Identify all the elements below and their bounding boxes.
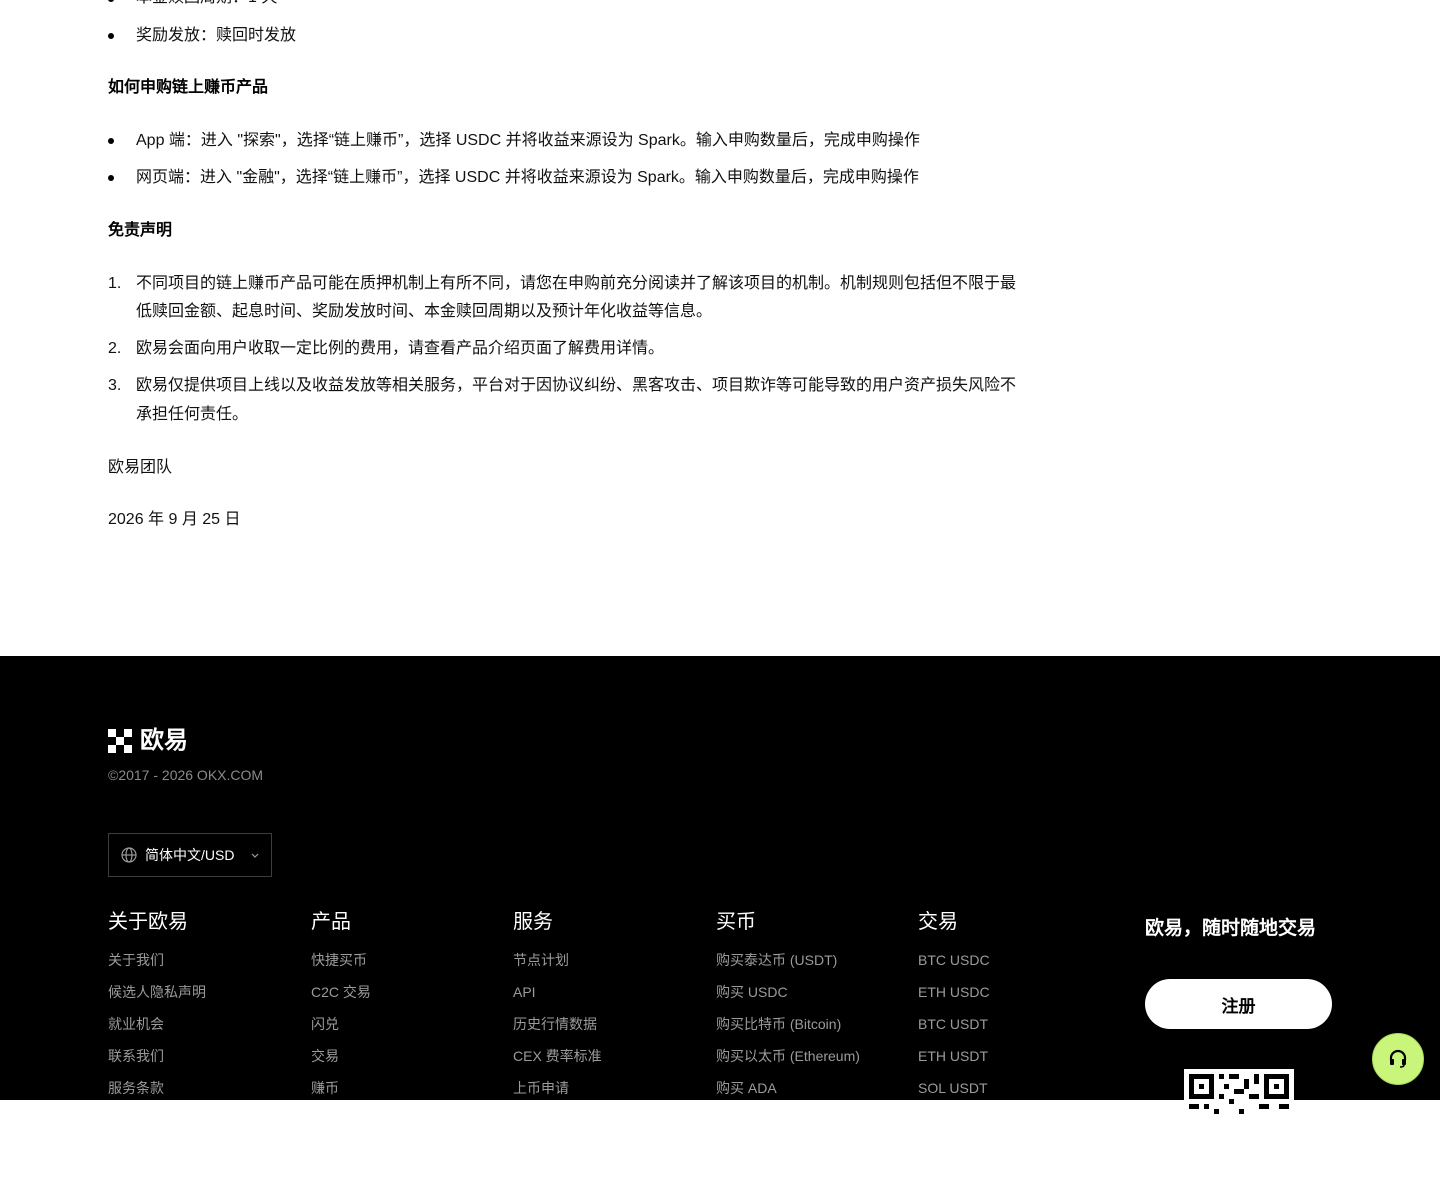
- list-item-web: 网页端：进入 "金融"，选择“链上赚币”，选择 USDC 并将收益来源设为 Sp…: [136, 169, 919, 186]
- disclaimer-item-3-line1: 欧易仅提供项目上线以及收益发放等相关服务，平台对于因协议纠纷、黑客攻击、项目欺诈…: [136, 377, 1017, 394]
- footer-link[interactable]: 服务条款: [108, 1080, 206, 1096]
- column-title: 交易: [918, 911, 958, 933]
- footer-column-about: 关于欧易 关于我们 候选人隐私声明 就业机会 联系我们 服务条款: [108, 910, 206, 1112]
- footer-link[interactable]: 快捷买币: [311, 952, 371, 968]
- disclaimer-item-2-line1: 欧易会面向用户收取一定比例的费用，请查看产品介绍页面了解费用详情。: [136, 340, 665, 357]
- footer-link[interactable]: 关于我们: [108, 952, 206, 968]
- footer-link[interactable]: 上币申请: [513, 1080, 602, 1096]
- footer-link[interactable]: API: [513, 984, 602, 1000]
- bullet-dot: [108, 138, 114, 144]
- language-selector[interactable]: 简体中文/USD: [108, 833, 272, 877]
- bullet-dot: [108, 0, 114, 2]
- disclaimer-heading: 免责声明: [108, 222, 173, 239]
- footer-link[interactable]: BTC USDC: [918, 952, 990, 968]
- column-title: 关于欧易: [108, 911, 188, 933]
- footer-column-products: 产品 快捷买币 C2C 交易 闪兑 交易 赚币: [311, 910, 371, 1112]
- footer-link[interactable]: 购买泰达币 (USDT): [716, 952, 860, 968]
- support-chat-button[interactable]: [1372, 1033, 1424, 1085]
- list-number: 1.: [108, 275, 122, 292]
- qr-code-icon: [1184, 1069, 1294, 1179]
- column-title: 产品: [311, 911, 351, 933]
- list-number: 2.: [108, 340, 122, 357]
- footer-link[interactable]: ETH USDC: [918, 984, 990, 1000]
- footer-link[interactable]: CEX 费率标准: [513, 1048, 602, 1064]
- footer-link[interactable]: 节点计划: [513, 952, 602, 968]
- disclaimer-item-1-line1: 不同项目的链上赚币产品可能在质押机制上有所不同，请您在申购前充分阅读并了解该项目…: [136, 275, 1017, 292]
- language-label: 简体中文/USD: [145, 847, 235, 863]
- column-title: 买币: [716, 911, 756, 933]
- footer-column-trade: 交易 BTC USDC ETH USDC BTC USDT ETH USDT S…: [918, 910, 990, 1112]
- footer-link[interactable]: 就业机会: [108, 1016, 206, 1032]
- okx-logo-icon: [108, 729, 132, 753]
- column-title: 服务: [513, 911, 553, 933]
- disclaimer-item-1-line2: 低赎回金额、起息时间、奖励发放时间、本金赎回周期以及预计年化收益等信息。: [136, 303, 713, 320]
- list-item-principal-cycle: 本金赎回周期：1 天: [136, 0, 277, 8]
- footer-link[interactable]: 闪兑: [311, 1016, 371, 1032]
- footer-link[interactable]: 购买以太币 (Ethereum): [716, 1048, 860, 1064]
- footer-link[interactable]: 交易: [311, 1048, 371, 1064]
- chevron-down-icon: [252, 853, 259, 858]
- bullet-dot: [108, 175, 114, 181]
- footer-link[interactable]: 历史行情数据: [513, 1016, 602, 1032]
- signup-button[interactable]: 注册: [1145, 979, 1332, 1029]
- footer-link[interactable]: C2C 交易: [311, 984, 371, 1000]
- disclaimer-item-3-line2: 承担任何责任。: [136, 406, 249, 423]
- footer-link[interactable]: 购买 ADA: [716, 1080, 860, 1096]
- copyright: ©2017 - 2026 OKX.COM: [108, 767, 264, 783]
- list-number: 3.: [108, 377, 122, 394]
- publish-date: 2026 年 9 月 25 日: [108, 511, 241, 528]
- list-item-reward: 奖励发放：赎回时发放: [136, 27, 297, 44]
- app-download-title: 欧易，随时随地交易: [1145, 918, 1317, 939]
- footer-column-services: 服务 节点计划 API 历史行情数据 CEX 费率标准 上币申请: [513, 910, 602, 1112]
- footer-link[interactable]: 购买比特币 (Bitcoin): [716, 1016, 860, 1032]
- bullet-dot: [108, 33, 114, 39]
- footer-link[interactable]: 候选人隐私声明: [108, 984, 206, 1000]
- footer-link[interactable]: BTC USDT: [918, 1016, 990, 1032]
- list-item-app: App 端：进入 "探索"，选择“链上赚币”，选择 USDC 并将收益来源设为 …: [136, 132, 920, 149]
- globe-icon: [121, 847, 137, 863]
- how-to-heading: 如何申购链上赚币产品: [108, 79, 269, 96]
- headset-icon: [1389, 1049, 1407, 1068]
- footer-link[interactable]: 购买 USDC: [716, 984, 860, 1000]
- site-footer: 欧易 ©2017 - 2026 OKX.COM 简体中文/USD 关于欧易 关于…: [0, 656, 1440, 1179]
- signature: 欧易团队: [108, 459, 173, 476]
- footer-link[interactable]: SOL USDT: [918, 1080, 990, 1096]
- footer-link[interactable]: ETH USDT: [918, 1048, 990, 1064]
- footer-link[interactable]: 联系我们: [108, 1048, 206, 1064]
- logo-text: 欧易: [140, 727, 188, 754]
- footer-column-buy-crypto: 买币 购买泰达币 (USDT) 购买 USDC 购买比特币 (Bitcoin) …: [716, 910, 860, 1112]
- footer-logo[interactable]: 欧易: [108, 728, 188, 754]
- footer-link[interactable]: 赚币: [311, 1080, 371, 1096]
